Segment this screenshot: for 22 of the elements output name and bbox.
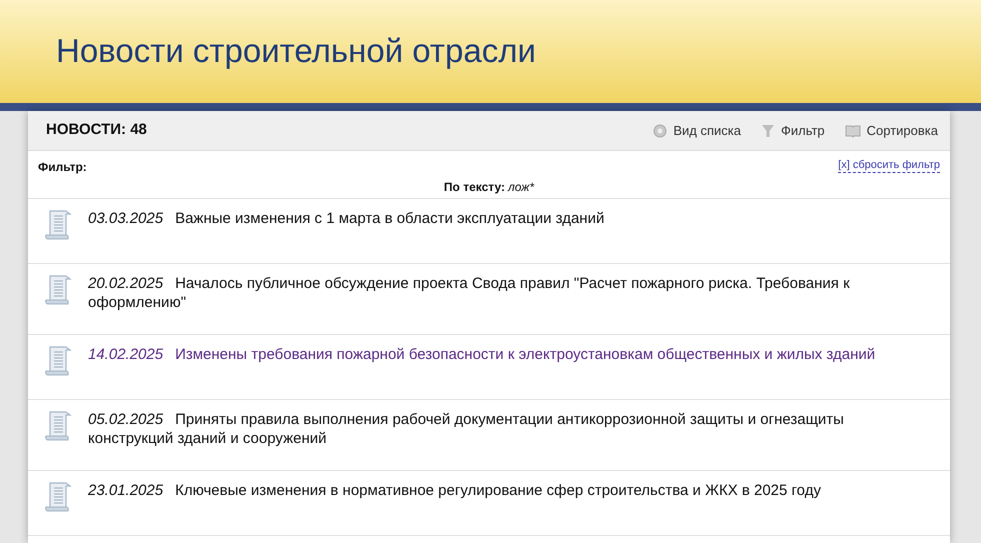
funnel-icon [760, 124, 775, 138]
news-link[interactable]: 05.02.2025 Приняты правила выполнения рабочей документации антикоррозионной защиты и огнезащиты конструкций зданий и сооружений [88, 410, 878, 448]
criterion-label: По тексту: [444, 179, 505, 196]
toolbar-action[interactable]: Сортировка [844, 120, 938, 140]
page-title: Новости строительной отрасли [56, 31, 537, 71]
document-scroll-icon [44, 345, 72, 377]
toolbar-action[interactable]: Фильтр [760, 120, 825, 140]
gear-icon [653, 124, 668, 138]
news-link[interactable]: 14.02.2025 Изменены требования пожарной безопасности к электроустановкам общественных и жилых зданий [88, 345, 878, 364]
document-scroll-icon [44, 274, 72, 306]
filter-label: Фильтр: [38, 159, 87, 176]
news-count: НОВОСТИ: 48 [46, 120, 147, 140]
document-scroll-icon [44, 410, 72, 442]
document-scroll-icon [44, 481, 72, 513]
toolbar-action[interactable]: Вид списка [653, 120, 741, 140]
reset-filter-link[interactable]: [x] сбросить фильтр [838, 158, 940, 173]
news-link[interactable]: 20.02.2025 Началось публичное обсуждение проекта Свода правил "Расчет пожарного риска. Требования к оформлению" [88, 274, 878, 312]
document-scroll-icon [44, 209, 72, 241]
news-link[interactable]: 23.01.2025 Ключевые изменения в нормативное регулирование сфер строительства и ЖКХ в 2025 году [88, 481, 878, 500]
criterion-value: лож* [508, 179, 534, 196]
news-link[interactable]: 03.03.2025 Важные изменения с 1 марта в области эксплуатации зданий [88, 209, 878, 228]
book-icon [844, 124, 861, 138]
